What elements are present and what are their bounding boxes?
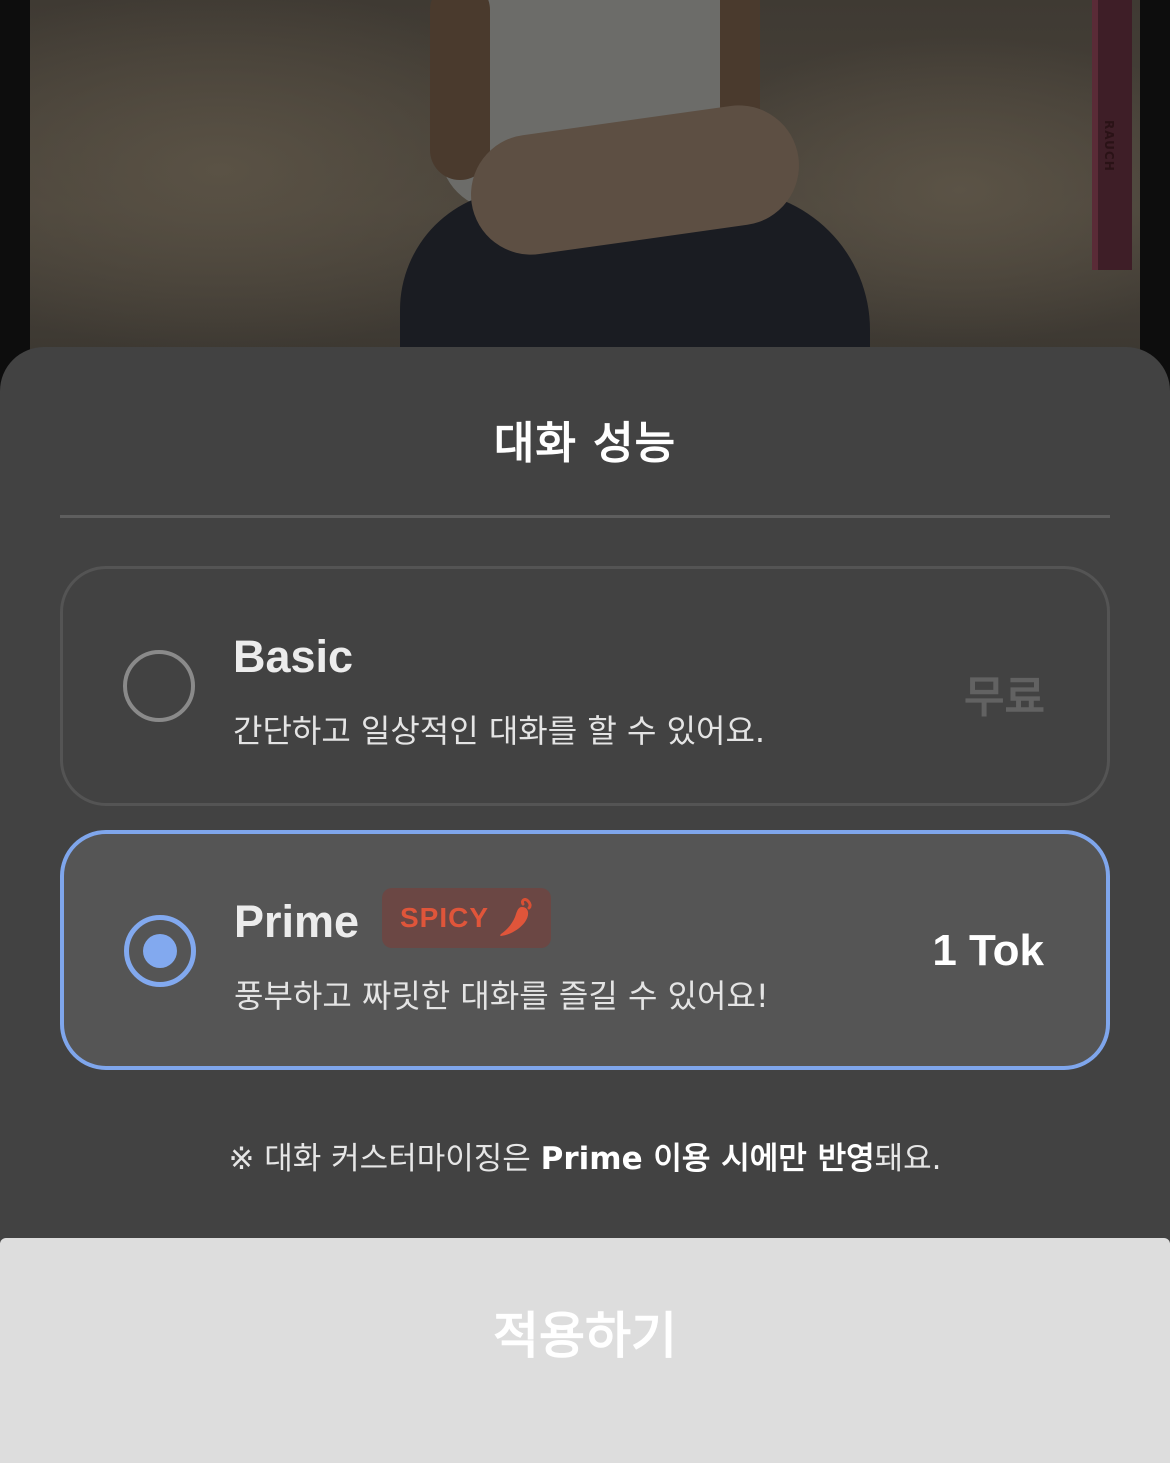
apply-button[interactable]: 적용하기 xyxy=(0,1238,1170,1463)
notice-prefix: ※ 대화 커스터마이징은 xyxy=(228,1141,541,1177)
hair-shape xyxy=(430,0,490,180)
background-photo: RAUCH xyxy=(30,0,1140,380)
chili-pepper-icon xyxy=(500,898,532,936)
radio-dot xyxy=(143,934,177,968)
badge-label: SPICY xyxy=(400,902,490,933)
option-name: Basic xyxy=(233,631,354,682)
sheet-title: 대화 성능 xyxy=(493,418,677,469)
notice-text: ※ 대화 커스터마이징은 Prime 이용 시에만 반영돼요. xyxy=(0,1133,1170,1178)
notice-suffix: 돼요. xyxy=(874,1141,942,1177)
option-basic[interactable]: Basic 간단하고 일상적인 대화를 할 수 있어요. 무료 xyxy=(60,566,1110,806)
bottom-sheet: 대화 성능 Basic 간단하고 일상적인 대화를 할 수 있어요. 무료 Pr… xyxy=(0,347,1170,1463)
option-description: 간단하고 일상적인 대화를 할 수 있어요. xyxy=(233,712,766,750)
divider xyxy=(60,515,1110,518)
screen: RAUCH 대화 성능 Basic 간단하고 일상적인 대화를 할 수 있어요.… xyxy=(0,0,1170,1463)
radio-unselected[interactable] xyxy=(123,650,195,722)
book-logo: RAUCH xyxy=(1102,120,1116,172)
spicy-badge: SPICY xyxy=(382,888,552,948)
option-price: 무료 xyxy=(964,673,1045,722)
option-price: 1 Tok xyxy=(932,926,1044,975)
apply-button-label: 적용하기 xyxy=(493,1307,677,1365)
option-prime[interactable]: Prime SPICY 풍부하고 짜릿한 대화를 즐길 수 있어요! 1 Tok xyxy=(60,830,1110,1070)
radio-selected[interactable] xyxy=(124,915,196,987)
notice-bold: Prime 이용 시에만 반영 xyxy=(540,1141,875,1177)
option-description: 풍부하고 짜릿한 대화를 즐길 수 있어요! xyxy=(234,977,769,1015)
option-name: Prime xyxy=(234,896,360,947)
